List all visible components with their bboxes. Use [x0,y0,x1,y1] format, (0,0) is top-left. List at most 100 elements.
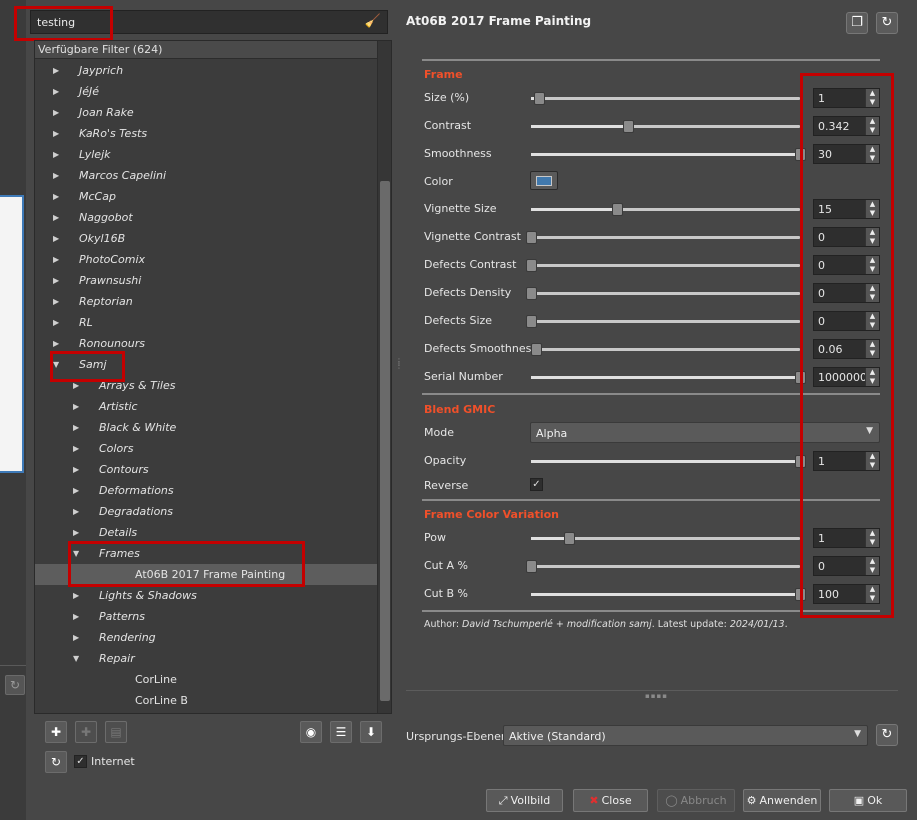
collapsed-arrow-icon[interactable]: ▶ [53,270,63,291]
collapsed-arrow-icon[interactable]: ▶ [53,123,63,144]
param-slider[interactable] [526,231,800,244]
fullscreen-button[interactable]: ⤢ Vollbild [486,789,563,812]
tree-folder[interactable]: ▶ Naggobot [35,207,378,228]
slider-handle[interactable] [563,532,575,545]
tree-scrollbar[interactable] [377,41,391,713]
collapsed-arrow-icon[interactable]: ▶ [73,459,83,480]
copy-command-icon[interactable]: ❐ [846,12,868,34]
collapsed-arrow-icon[interactable]: ▶ [53,144,63,165]
collapsed-arrow-icon[interactable]: ▶ [73,585,83,606]
tree-folder[interactable]: ▶ Reptorian [35,291,378,312]
scrollbar-thumb[interactable] [380,181,390,701]
refresh-icon[interactable]: ↻ [5,675,25,695]
tree-leaf-filter[interactable]: CorLine [35,669,378,690]
param-slider[interactable] [531,120,800,133]
ok-button[interactable]: ▣ Ok [829,789,907,812]
collapsed-arrow-icon[interactable]: ▶ [53,228,63,249]
tree-folder[interactable]: ▶ Deformations [35,480,378,501]
splitter-handle[interactable]: ⋮ ⋮ [395,358,403,376]
collapsed-arrow-icon[interactable]: ▶ [73,627,83,648]
collapsed-arrow-icon[interactable]: ▶ [73,480,83,501]
tree-folder[interactable]: ▶ Rendering [35,627,378,648]
internet-checkbox[interactable]: ✓ [74,755,87,768]
param-slider[interactable] [531,371,806,384]
clear-broom-icon[interactable]: 🧹 [365,14,381,29]
tree-leaf-filter[interactable]: CorLine B [35,690,378,711]
download-icon[interactable]: ⬇ [360,721,382,743]
collapsed-arrow-icon[interactable]: ▶ [53,60,63,81]
tree-folder[interactable]: ▶ JéJé [35,81,378,102]
tree-folder[interactable]: ▶ Contours [35,459,378,480]
tree-folder[interactable]: ▶ Black & White [35,417,378,438]
list-options-icon[interactable]: ☰ [330,721,352,743]
collapsed-arrow-icon[interactable]: ▶ [53,102,63,123]
param-slider[interactable] [531,532,800,545]
apply-button[interactable]: ⚙ Anwenden [743,789,821,812]
close-button[interactable]: ✖ Close [573,789,648,812]
slider-handle[interactable] [534,92,546,105]
slider-handle[interactable] [526,287,537,300]
reset-parameters-icon[interactable]: ↻ [876,12,898,34]
tree-folder[interactable]: ▶ Okyl16B [35,228,378,249]
collapsed-arrow-icon[interactable]: ▶ [53,165,63,186]
slider-handle[interactable] [526,231,537,244]
tree-folder[interactable]: ▶ Patterns [35,606,378,627]
slider-handle[interactable] [612,203,624,216]
tree-folder[interactable]: ▶ RL [35,312,378,333]
tree-folder[interactable]: ▶ Details [35,522,378,543]
tree-folder[interactable]: ▶ Degradations [35,501,378,522]
collapsed-arrow-icon[interactable]: ▶ [73,501,83,522]
update-filters-button[interactable]: ↻ [45,751,67,773]
resize-grip[interactable]: ▪▪▪▪ [645,692,668,700]
reverse-checkbox[interactable]: ✓ [530,478,543,491]
slider-handle[interactable] [622,120,634,133]
cancel-button[interactable]: ◯ Abbruch [657,789,735,812]
tree-folder[interactable]: ▶ Prawnsushi [35,270,378,291]
collapsed-arrow-icon[interactable]: ▶ [73,438,83,459]
expanded-arrow-icon[interactable]: ▼ [73,648,83,669]
tree-folder[interactable]: ▶ KaRo's Tests [35,123,378,144]
collapsed-arrow-icon[interactable]: ▶ [53,312,63,333]
slider-handle[interactable] [531,343,543,356]
collapsed-arrow-icon[interactable]: ▶ [73,606,83,627]
tree-folder[interactable]: ▼ Repair [35,648,378,669]
collapsed-arrow-icon[interactable]: ▶ [53,186,63,207]
slider-handle[interactable] [526,315,537,328]
add-favorite-button[interactable]: ✚ [45,721,67,743]
collapsed-arrow-icon[interactable]: ▶ [53,207,63,228]
remove-favorite-button[interactable]: ✚ [75,721,97,743]
param-slider[interactable] [531,92,800,105]
param-slider[interactable] [526,287,800,300]
tree-folder[interactable]: ▶ Lylejk [35,144,378,165]
collapsed-arrow-icon[interactable]: ▶ [73,396,83,417]
slider-handle[interactable] [526,560,537,573]
tree-folder[interactable]: ▶ Jayprich [35,60,378,81]
rename-button[interactable]: ▤ [105,721,127,743]
tree-folder[interactable]: ▶ Marcos Capelini [35,165,378,186]
collapsed-arrow-icon[interactable]: ▶ [73,417,83,438]
param-slider[interactable] [526,259,800,272]
visibility-icon[interactable]: ◉ [300,721,322,743]
tree-folder[interactable]: ▶ Joan Rake [35,102,378,123]
tree-folder[interactable]: ▶ PhotoComix [35,249,378,270]
tree-folder[interactable]: ▶ Lights & Shadows [35,585,378,606]
input-layers-select[interactable]: Aktive (Standard) ▼ [503,725,868,746]
param-slider[interactable] [531,588,806,601]
collapsed-arrow-icon[interactable]: ▶ [73,522,83,543]
param-slider[interactable] [526,560,800,573]
tree-folder[interactable]: ▶ Artistic [35,396,378,417]
param-slider[interactable] [531,455,806,468]
refresh-layers-icon[interactable]: ↻ [876,724,898,746]
collapsed-arrow-icon[interactable]: ▶ [53,291,63,312]
tree-folder[interactable]: ▶ Colors [35,438,378,459]
param-slider[interactable] [531,148,806,161]
tree-folder[interactable]: ▶ McCap [35,186,378,207]
color-picker-button[interactable] [530,171,558,190]
slider-handle[interactable] [526,259,537,272]
param-slider[interactable] [531,203,800,216]
tree-header[interactable]: Verfügbare Filter (624) [35,41,378,59]
param-slider[interactable] [531,343,800,356]
param-slider[interactable] [526,315,800,328]
collapsed-arrow-icon[interactable]: ▶ [53,249,63,270]
collapsed-arrow-icon[interactable]: ▶ [53,81,63,102]
